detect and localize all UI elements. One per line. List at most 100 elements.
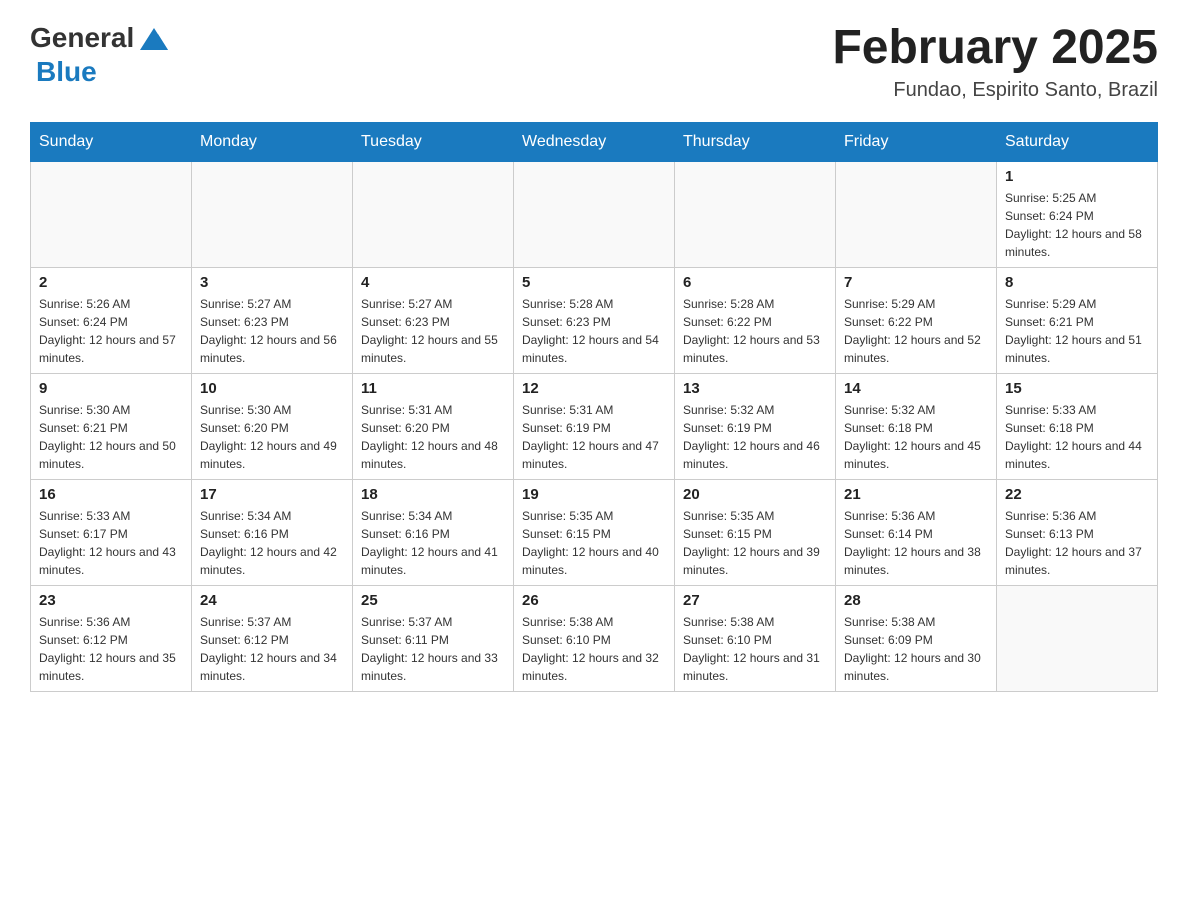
day-number: 5: [522, 274, 666, 291]
logo-icon: [136, 20, 172, 56]
day-info: Sunrise: 5:32 AM Sunset: 6:18 PM Dayligh…: [844, 401, 988, 473]
calendar-cell: [836, 162, 997, 268]
calendar-cell: [31, 162, 192, 268]
page-header: General Blue February 2025 Fundao, Espir…: [30, 20, 1158, 102]
calendar-week-row: 2 Sunrise: 5:26 AM Sunset: 6:24 PM Daylig…: [31, 268, 1158, 374]
day-info: Sunrise: 5:28 AM Sunset: 6:23 PM Dayligh…: [522, 295, 666, 367]
calendar-cell: 11 Sunrise: 5:31 AM Sunset: 6:20 PM Dayli…: [353, 374, 514, 480]
calendar-title: February 2025: [832, 20, 1158, 75]
calendar-cell: 2 Sunrise: 5:26 AM Sunset: 6:24 PM Daylig…: [31, 268, 192, 374]
calendar-cell: 8 Sunrise: 5:29 AM Sunset: 6:21 PM Daylig…: [997, 268, 1158, 374]
calendar-cell: 24 Sunrise: 5:37 AM Sunset: 6:12 PM Dayli…: [192, 586, 353, 692]
day-info: Sunrise: 5:32 AM Sunset: 6:19 PM Dayligh…: [683, 401, 827, 473]
day-number: 22: [1005, 486, 1149, 503]
day-number: 8: [1005, 274, 1149, 291]
day-number: 26: [522, 592, 666, 609]
calendar-cell: 10 Sunrise: 5:30 AM Sunset: 6:20 PM Dayli…: [192, 374, 353, 480]
day-number: 1: [1005, 168, 1149, 185]
calendar-cell: 26Sunrise: 5:38 AM Sunset: 6:10 PM Dayli…: [514, 586, 675, 692]
col-wednesday: Wednesday: [514, 123, 675, 162]
calendar-table: Sunday Monday Tuesday Wednesday Thursday…: [30, 122, 1158, 692]
calendar-cell: 9Sunrise: 5:30 AM Sunset: 6:21 PM Daylig…: [31, 374, 192, 480]
day-info: Sunrise: 5:37 AM Sunset: 6:12 PM Dayligh…: [200, 613, 344, 685]
calendar-cell: 21 Sunrise: 5:36 AM Sunset: 6:14 PM Dayli…: [836, 480, 997, 586]
calendar-cell: 5 Sunrise: 5:28 AM Sunset: 6:23 PM Daylig…: [514, 268, 675, 374]
day-number: 3: [200, 274, 344, 291]
day-number: 19: [522, 486, 666, 503]
day-info: Sunrise: 5:36 AM Sunset: 6:13 PM Dayligh…: [1005, 507, 1149, 579]
col-thursday: Thursday: [675, 123, 836, 162]
day-number: 10: [200, 380, 344, 397]
calendar-cell: 1 Sunrise: 5:25 AM Sunset: 6:24 PM Daylig…: [997, 162, 1158, 268]
day-info: Sunrise: 5:29 AM Sunset: 6:21 PM Dayligh…: [1005, 295, 1149, 367]
day-number: 18: [361, 486, 505, 503]
calendar-cell: 25 Sunrise: 5:37 AM Sunset: 6:11 PM Dayli…: [353, 586, 514, 692]
day-number: 15: [1005, 380, 1149, 397]
calendar-cell: 22 Sunrise: 5:36 AM Sunset: 6:13 PM Dayli…: [997, 480, 1158, 586]
calendar-cell: 7Sunrise: 5:29 AM Sunset: 6:22 PM Daylig…: [836, 268, 997, 374]
calendar-cell: [192, 162, 353, 268]
day-info: Sunrise: 5:27 AM Sunset: 6:23 PM Dayligh…: [200, 295, 344, 367]
day-number: 11: [361, 380, 505, 397]
day-info: Sunrise: 5:37 AM Sunset: 6:11 PM Dayligh…: [361, 613, 505, 685]
day-number: 16: [39, 486, 183, 503]
calendar-cell: 3 Sunrise: 5:27 AM Sunset: 6:23 PM Daylig…: [192, 268, 353, 374]
calendar-cell: 20 Sunrise: 5:35 AM Sunset: 6:15 PM Dayli…: [675, 480, 836, 586]
calendar-subtitle: Fundao, Espirito Santo, Brazil: [832, 79, 1158, 102]
day-number: 17: [200, 486, 344, 503]
day-info: Sunrise: 5:35 AM Sunset: 6:15 PM Dayligh…: [522, 507, 666, 579]
logo-blue-text: Blue: [36, 56, 97, 88]
col-saturday: Saturday: [997, 123, 1158, 162]
day-info: Sunrise: 5:36 AM Sunset: 6:12 PM Dayligh…: [39, 613, 183, 685]
calendar-cell: 19 Sunrise: 5:35 AM Sunset: 6:15 PM Dayli…: [514, 480, 675, 586]
day-info: Sunrise: 5:33 AM Sunset: 6:17 PM Dayligh…: [39, 507, 183, 579]
calendar-week-row: 1 Sunrise: 5:25 AM Sunset: 6:24 PM Daylig…: [31, 162, 1158, 268]
day-number: 2: [39, 274, 183, 291]
calendar-cell: 12Sunrise: 5:31 AM Sunset: 6:19 PM Dayli…: [514, 374, 675, 480]
day-info: Sunrise: 5:38 AM Sunset: 6:09 PM Dayligh…: [844, 613, 988, 685]
day-number: 13: [683, 380, 827, 397]
day-info: Sunrise: 5:26 AM Sunset: 6:24 PM Dayligh…: [39, 295, 183, 367]
day-number: 24: [200, 592, 344, 609]
day-info: Sunrise: 5:34 AM Sunset: 6:16 PM Dayligh…: [361, 507, 505, 579]
day-info: Sunrise: 5:33 AM Sunset: 6:18 PM Dayligh…: [1005, 401, 1149, 473]
day-info: Sunrise: 5:28 AM Sunset: 6:22 PM Dayligh…: [683, 295, 827, 367]
col-tuesday: Tuesday: [353, 123, 514, 162]
calendar-cell: 4Sunrise: 5:27 AM Sunset: 6:23 PM Daylig…: [353, 268, 514, 374]
day-number: 21: [844, 486, 988, 503]
calendar-cell: 6 Sunrise: 5:28 AM Sunset: 6:22 PM Daylig…: [675, 268, 836, 374]
calendar-cell: 28 Sunrise: 5:38 AM Sunset: 6:09 PM Dayli…: [836, 586, 997, 692]
calendar-cell: [514, 162, 675, 268]
day-info: Sunrise: 5:35 AM Sunset: 6:15 PM Dayligh…: [683, 507, 827, 579]
calendar-cell: 23Sunrise: 5:36 AM Sunset: 6:12 PM Dayli…: [31, 586, 192, 692]
calendar-cell: 27 Sunrise: 5:38 AM Sunset: 6:10 PM Dayli…: [675, 586, 836, 692]
day-info: Sunrise: 5:31 AM Sunset: 6:20 PM Dayligh…: [361, 401, 505, 473]
calendar-week-row: 23Sunrise: 5:36 AM Sunset: 6:12 PM Dayli…: [31, 586, 1158, 692]
calendar-cell: 13 Sunrise: 5:32 AM Sunset: 6:19 PM Dayli…: [675, 374, 836, 480]
calendar-cell: 16 Sunrise: 5:33 AM Sunset: 6:17 PM Dayli…: [31, 480, 192, 586]
day-info: Sunrise: 5:25 AM Sunset: 6:24 PM Dayligh…: [1005, 189, 1149, 261]
day-info: Sunrise: 5:30 AM Sunset: 6:20 PM Dayligh…: [200, 401, 344, 473]
calendar-cell: 17 Sunrise: 5:34 AM Sunset: 6:16 PM Dayli…: [192, 480, 353, 586]
day-number: 28: [844, 592, 988, 609]
calendar-cell: 14Sunrise: 5:32 AM Sunset: 6:18 PM Dayli…: [836, 374, 997, 480]
day-info: Sunrise: 5:30 AM Sunset: 6:21 PM Dayligh…: [39, 401, 183, 473]
day-number: 20: [683, 486, 827, 503]
logo-general-text: General: [30, 22, 134, 54]
title-section: February 2025 Fundao, Espirito Santo, Br…: [832, 20, 1158, 102]
col-monday: Monday: [192, 123, 353, 162]
calendar-cell: [353, 162, 514, 268]
col-sunday: Sunday: [31, 123, 192, 162]
calendar-cell: [675, 162, 836, 268]
day-number: 27: [683, 592, 827, 609]
calendar-cell: 15 Sunrise: 5:33 AM Sunset: 6:18 PM Dayli…: [997, 374, 1158, 480]
col-friday: Friday: [836, 123, 997, 162]
day-info: Sunrise: 5:29 AM Sunset: 6:22 PM Dayligh…: [844, 295, 988, 367]
calendar-cell: 18 Sunrise: 5:34 AM Sunset: 6:16 PM Dayli…: [353, 480, 514, 586]
day-info: Sunrise: 5:36 AM Sunset: 6:14 PM Dayligh…: [844, 507, 988, 579]
day-info: Sunrise: 5:38 AM Sunset: 6:10 PM Dayligh…: [683, 613, 827, 685]
day-number: 25: [361, 592, 505, 609]
day-info: Sunrise: 5:34 AM Sunset: 6:16 PM Dayligh…: [200, 507, 344, 579]
calendar-week-row: 16 Sunrise: 5:33 AM Sunset: 6:17 PM Dayli…: [31, 480, 1158, 586]
day-number: 6: [683, 274, 827, 291]
